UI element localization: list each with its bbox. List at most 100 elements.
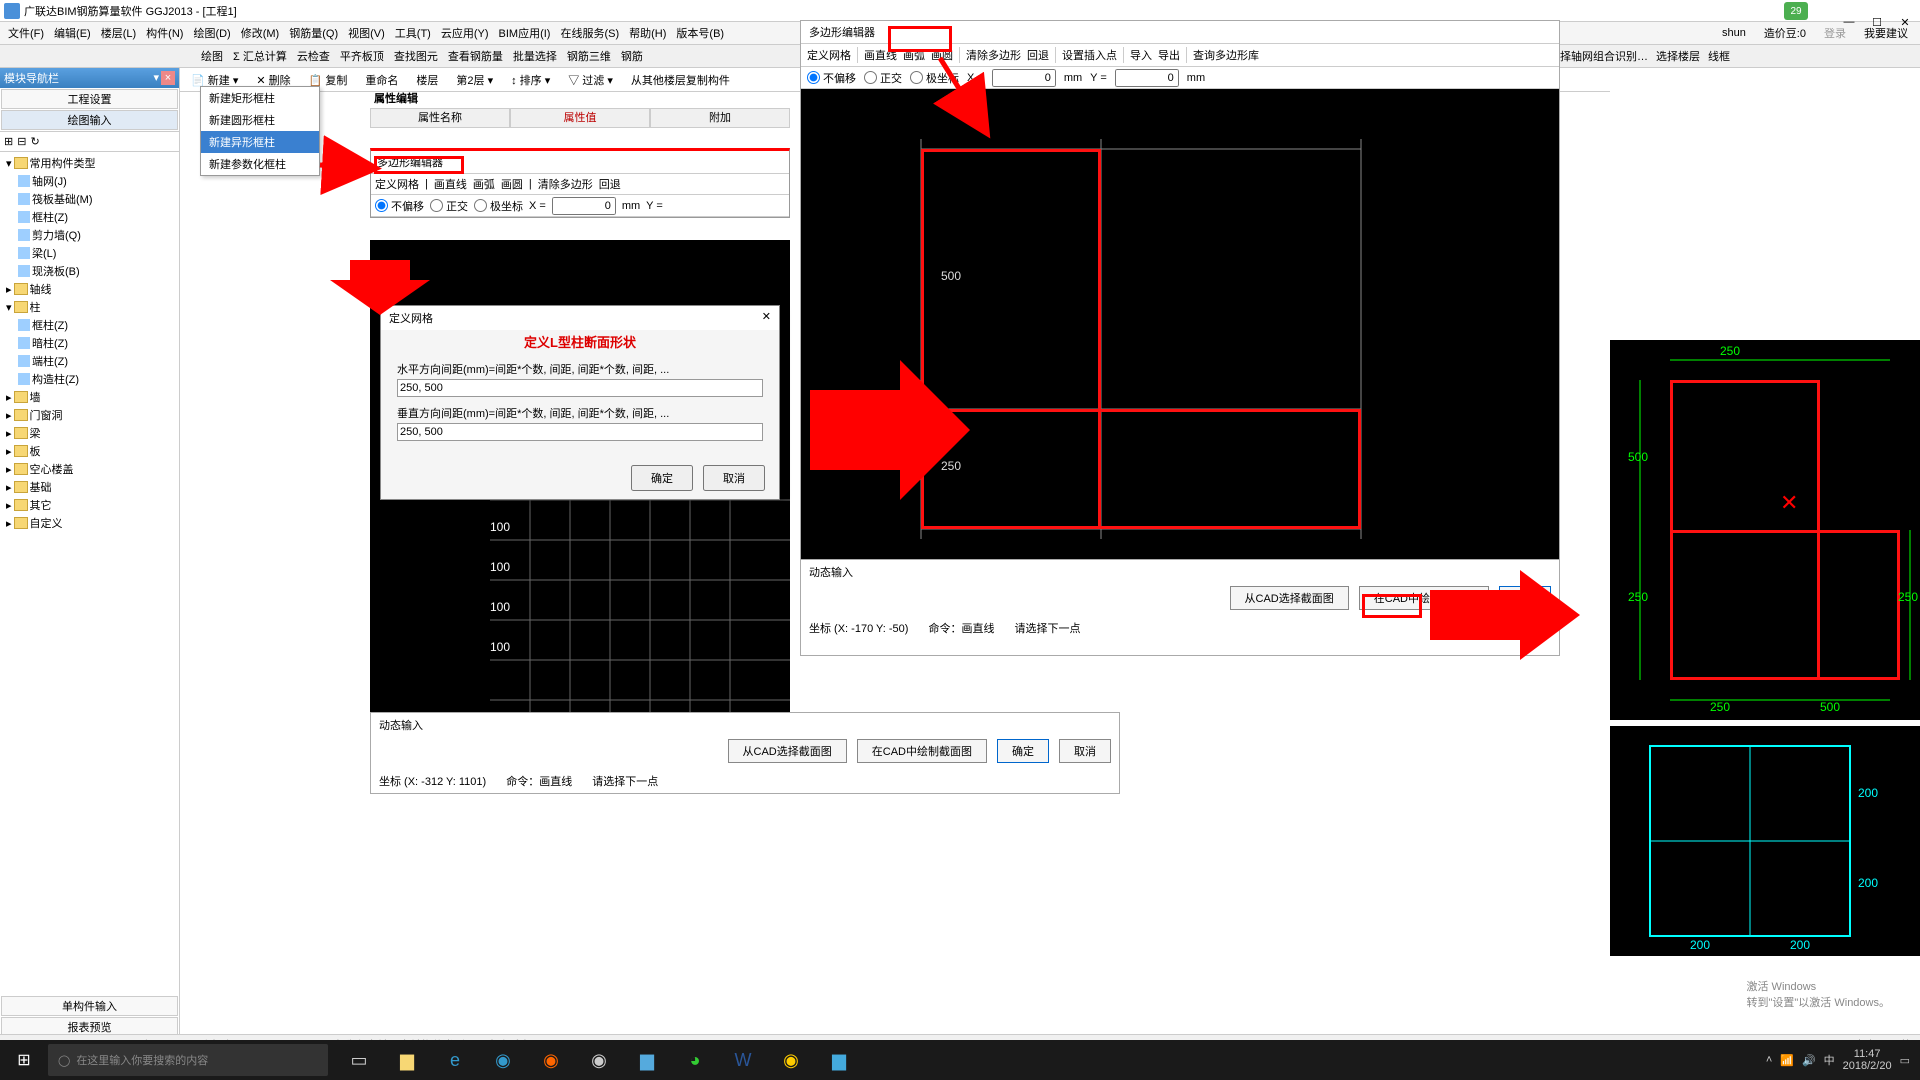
tool-selfloor[interactable]: 选择楼层 <box>1656 48 1700 64</box>
radio-polar[interactable]: 极坐标 <box>474 198 523 214</box>
polyed-clear[interactable]: 清除多边形 <box>538 176 593 192</box>
app-store-icon[interactable]: ▆ <box>624 1040 670 1080</box>
menu-online[interactable]: 在线服务(S) <box>556 23 623 43</box>
polyed2-arc[interactable]: 画弧 <box>903 47 925 63</box>
dyn1-cancel-button[interactable]: 取消 <box>1059 739 1111 763</box>
app-firefox-icon[interactable]: ◉ <box>528 1040 574 1080</box>
tray-up-icon[interactable]: ˄ <box>1766 1054 1772 1066</box>
polyed2-import[interactable]: 导入 <box>1130 47 1152 63</box>
tree-collapse-icon[interactable]: ⊟ <box>17 135 26 148</box>
menu-rebar[interactable]: 钢筋量(Q) <box>285 23 342 43</box>
component-tree[interactable]: ▾常用构件类型 轴网(J) 筏板基础(M) 框柱(Z) 剪力墙(Q) 梁(L) … <box>0 152 179 995</box>
tree-item[interactable]: 现浇板(B) <box>32 263 80 279</box>
tree-item[interactable]: 梁(L) <box>32 245 56 261</box>
tree-item[interactable]: 剪力墙(Q) <box>32 227 81 243</box>
tree-item[interactable]: 柱 <box>30 299 41 315</box>
griddlg-ok-button[interactable]: 确定 <box>631 465 693 491</box>
menu-help[interactable]: 帮助(H) <box>625 23 670 43</box>
x2-input[interactable] <box>992 69 1056 87</box>
dyn1-incad-button[interactable]: 在CAD中绘制截面图 <box>857 739 987 763</box>
polyed-circle[interactable]: 画圆 <box>501 176 523 192</box>
menu-edit[interactable]: 编辑(E) <box>50 23 95 43</box>
menu-version[interactable]: 版本号(B) <box>672 23 728 43</box>
polyed-arc[interactable]: 画弧 <box>473 176 495 192</box>
griddlg-cancel-button[interactable]: 取消 <box>703 465 765 491</box>
tree-item[interactable]: 其它 <box>30 497 52 513</box>
menu-tool[interactable]: 工具(T) <box>391 23 435 43</box>
polyed-defgrid[interactable]: 定义网格 <box>375 176 419 192</box>
tool-rebar3d[interactable]: 钢筋三维 <box>564 47 614 65</box>
tree-item[interactable]: 梁 <box>30 425 41 441</box>
app-word-icon[interactable]: W <box>720 1040 766 1080</box>
polyed2-undo[interactable]: 回退 <box>1027 47 1049 63</box>
dyn1-ok-button[interactable]: 确定 <box>997 739 1049 763</box>
radio-nooffset[interactable]: 不偏移 <box>375 198 424 214</box>
dyn2-incad-button[interactable]: 在CAD中绘制截面图 <box>1359 586 1489 610</box>
tool-viewrebar[interactable]: 查看钢筋量 <box>445 47 506 65</box>
polyed2-clear[interactable]: 清除多边形 <box>966 47 1021 63</box>
menu-modify[interactable]: 修改(M) <box>237 23 284 43</box>
tool-alignslab[interactable]: 平齐板顶 <box>337 47 387 65</box>
tool-cloudcheck[interactable]: 云检查 <box>294 47 333 65</box>
tree-item[interactable]: 墙 <box>30 389 41 405</box>
nav-tab-project[interactable]: 工程设置 <box>1 89 178 109</box>
menu-draw[interactable]: 绘图(D) <box>189 23 234 43</box>
tray-time[interactable]: 11:47 <box>1843 1048 1892 1060</box>
app-wechat-icon[interactable]: ◕ <box>672 1040 718 1080</box>
menu-component[interactable]: 构件(N) <box>142 23 187 43</box>
griddlg-vinput[interactable] <box>397 423 763 441</box>
tree-item[interactable]: 轴线 <box>30 281 52 297</box>
app-edge-icon[interactable]: ◉ <box>480 1040 526 1080</box>
menu-floor[interactable]: 楼层(L) <box>97 23 140 43</box>
polyed2-insertpt[interactable]: 设置插入点 <box>1062 47 1117 63</box>
tray-volume-icon[interactable]: 🔊 <box>1802 1054 1816 1067</box>
tree-item[interactable]: 轴网(J) <box>32 173 67 189</box>
tree-item[interactable]: 暗柱(Z) <box>32 335 68 351</box>
dropdown-param[interactable]: 新建参数化框柱 <box>201 153 319 175</box>
polyed2-defgrid[interactable]: 定义网格 <box>807 47 851 63</box>
tree-item[interactable]: 板 <box>30 443 41 459</box>
login-link[interactable]: 登录 <box>1820 24 1850 42</box>
tool-draw[interactable]: 绘图 <box>198 47 226 65</box>
tree-item[interactable]: 门窗洞 <box>30 407 63 423</box>
polyed-line[interactable]: 画直线 <box>434 176 467 192</box>
app-other-icon[interactable]: ▆ <box>816 1040 862 1080</box>
tray-date[interactable]: 2018/2/20 <box>1843 1060 1892 1072</box>
tool-axisid[interactable]: 择轴网组合识别… <box>1560 48 1648 64</box>
start-button[interactable]: ⊞ <box>0 1040 48 1080</box>
griddlg-hinput[interactable] <box>397 379 763 397</box>
polyed2-export[interactable]: 导出 <box>1158 47 1180 63</box>
tree-item[interactable]: 基础 <box>30 479 52 495</box>
tool-wireframe[interactable]: 线框 <box>1708 48 1730 64</box>
radio2-polar[interactable]: 极坐标 <box>910 70 959 86</box>
dropdown-rect[interactable]: 新建矩形框柱 <box>201 87 319 109</box>
tool-find[interactable]: 查找图元 <box>391 47 441 65</box>
tree-item[interactable]: 空心楼盖 <box>30 461 74 477</box>
suggest-link[interactable]: 我要建议 <box>1860 24 1912 42</box>
polyed2-querylib[interactable]: 查询多边形库 <box>1193 47 1259 63</box>
tray-network-icon[interactable]: 📶 <box>1780 1054 1794 1067</box>
tray-notif-icon[interactable]: ▭ <box>1900 1054 1910 1067</box>
menu-bim[interactable]: BIM应用(I) <box>495 23 555 43</box>
app-chrome-icon[interactable]: ◉ <box>576 1040 622 1080</box>
menu-file[interactable]: 文件(F) <box>4 23 48 43</box>
dyn1-fromcad-button[interactable]: 从CAD选择截面图 <box>728 739 847 763</box>
radio2-ortho[interactable]: 正交 <box>864 70 902 86</box>
menu-cloud[interactable]: 云应用(Y) <box>437 23 493 43</box>
dropdown-irregular[interactable]: 新建异形框柱 <box>201 131 319 153</box>
tree-item[interactable]: 端柱(Z) <box>32 353 68 369</box>
x-input[interactable] <box>552 197 616 215</box>
tree-expand-icon[interactable]: ⊞ <box>4 135 13 148</box>
radio-ortho[interactable]: 正交 <box>430 198 468 214</box>
tool-calc[interactable]: Σ 汇总计算 <box>230 47 290 65</box>
dyn2-ok-button[interactable]: 确定 <box>1499 586 1551 610</box>
polyed2-circle[interactable]: 画圆 <box>931 47 953 63</box>
taskview-icon[interactable]: ▭ <box>336 1040 382 1080</box>
polyed2-line[interactable]: 画直线 <box>864 47 897 63</box>
app-ie-icon[interactable]: e <box>432 1040 478 1080</box>
polyed-undo[interactable]: 回退 <box>599 176 621 192</box>
taskbar-search[interactable]: ◯ 在这里输入你要搜索的内容 <box>48 1044 328 1076</box>
app-folder-icon[interactable]: ▆ <box>384 1040 430 1080</box>
tree-item[interactable]: 构造柱(Z) <box>32 371 79 387</box>
radio2-nooffset[interactable]: 不偏移 <box>807 70 856 86</box>
